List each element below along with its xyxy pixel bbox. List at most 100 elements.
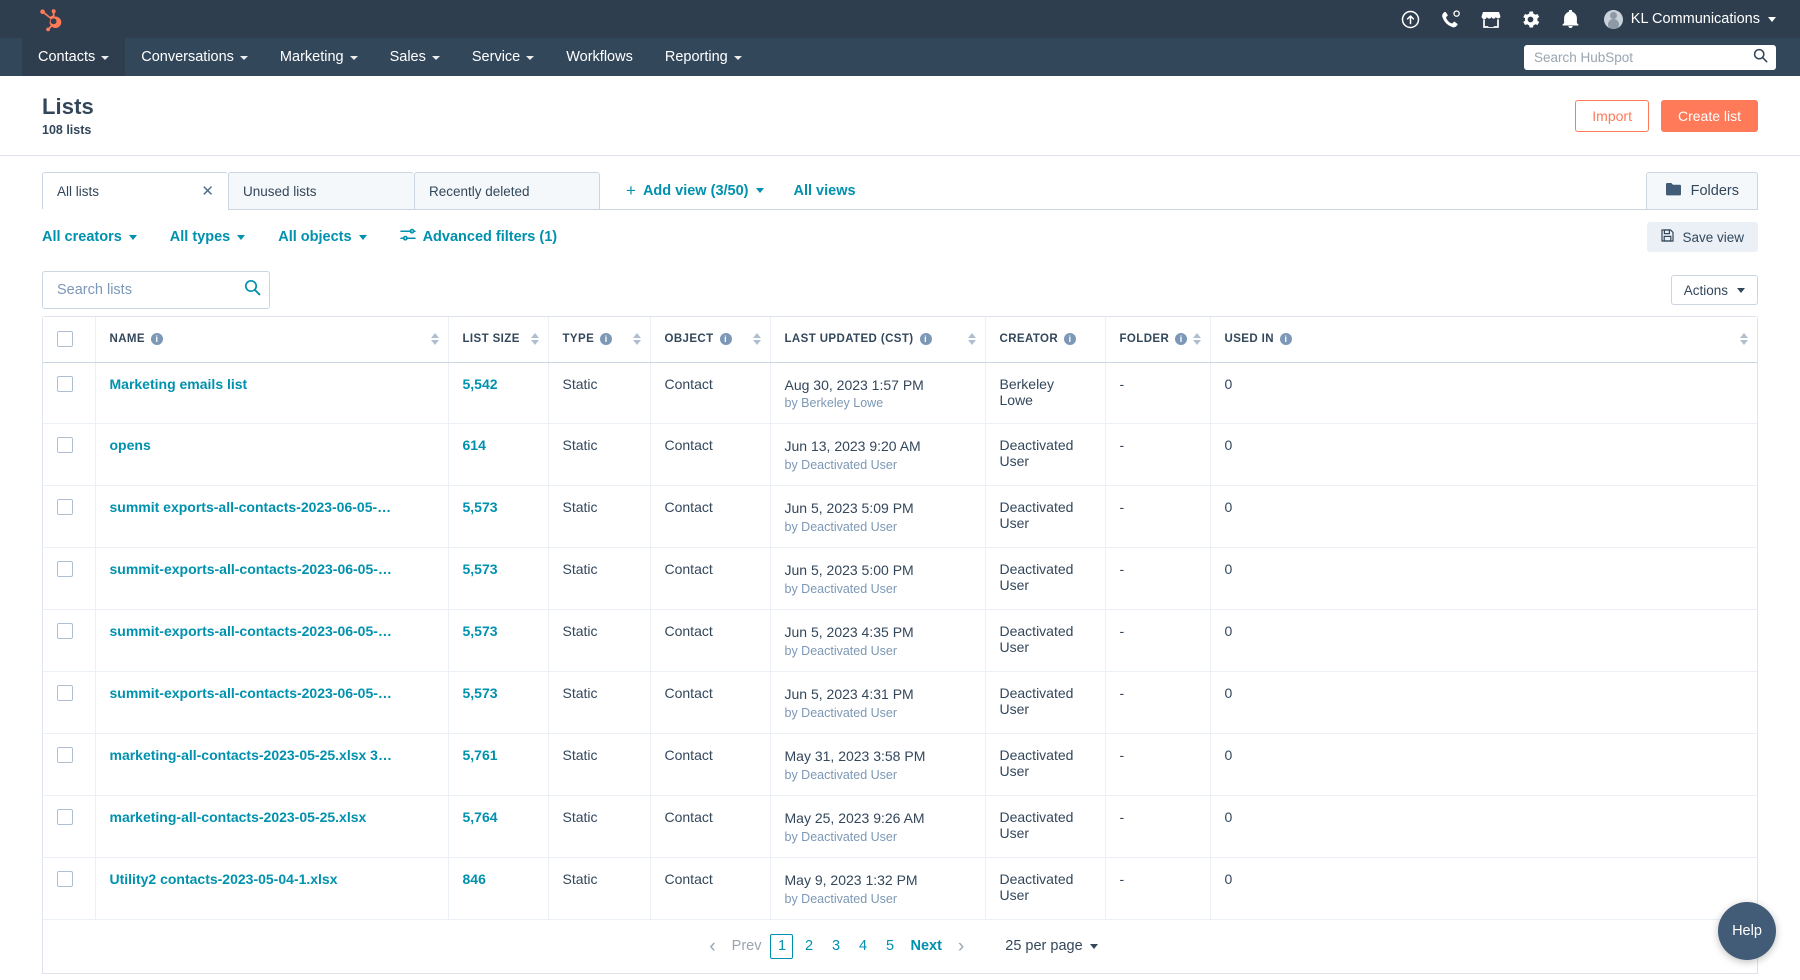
list-name-link[interactable]: opens (110, 437, 434, 453)
search-lists-field[interactable] (42, 271, 270, 309)
col-header-list-size[interactable]: LIST SIZE (448, 317, 549, 363)
upgrade-icon[interactable] (1400, 8, 1422, 30)
folders-button[interactable]: Folders (1645, 172, 1758, 209)
filter-sliders-icon (399, 228, 416, 246)
tab-recently-deleted[interactable]: Recently deleted (414, 172, 600, 209)
row-checkbox[interactable] (57, 684, 73, 701)
page-4[interactable]: 4 (851, 934, 874, 959)
search-lists-input[interactable] (57, 282, 244, 298)
list-size-link[interactable]: 5,761 (463, 747, 498, 763)
row-checkbox[interactable] (57, 499, 73, 516)
next-arrow-icon[interactable]: › (951, 937, 971, 956)
info-icon[interactable]: i (600, 333, 613, 346)
sort-control[interactable] (1192, 333, 1201, 346)
tab-all-lists[interactable]: All lists ✕ (42, 172, 228, 209)
next-button[interactable]: Next (905, 938, 946, 954)
row-checkbox[interactable] (57, 870, 73, 887)
account-menu[interactable]: KL Communications (1603, 9, 1776, 29)
filter-all-types[interactable]: All types (170, 229, 246, 245)
list-size-link[interactable]: 5,573 (463, 499, 498, 515)
advanced-filters-button[interactable]: Advanced filters (1) (399, 228, 557, 246)
sort-control[interactable] (632, 333, 641, 346)
all-views-button[interactable]: All views (794, 183, 856, 199)
list-size-link[interactable]: 5,573 (463, 561, 498, 577)
per-page-selector[interactable]: 25 per page (1005, 938, 1098, 954)
info-icon[interactable]: i (1279, 333, 1292, 346)
gear-icon[interactable] (1520, 8, 1542, 30)
chevron-down-icon (1768, 16, 1776, 22)
col-header-creator[interactable]: CREATOR i (985, 317, 1106, 363)
help-button[interactable]: Help (1718, 902, 1776, 960)
search-icon[interactable] (1753, 48, 1768, 68)
list-name-link[interactable]: summit-exports-all-contacts-2023-06-05-… (110, 623, 434, 639)
search-icon[interactable] (244, 279, 261, 301)
list-name-link[interactable]: summit exports-all-contacts-2023-06-05-… (110, 499, 434, 515)
list-name-link[interactable]: summit-exports-all-contacts-2023-06-05-… (110, 685, 434, 701)
sort-control[interactable] (530, 333, 539, 346)
col-header-type[interactable]: TYPE i (548, 317, 651, 363)
info-icon[interactable]: i (150, 333, 163, 346)
filter-all-creators[interactable]: All creators (42, 229, 137, 245)
nav-item-marketing[interactable]: Marketing (264, 38, 374, 76)
list-size-link[interactable]: 614 (463, 437, 486, 453)
col-header-last-updated[interactable]: LAST UPDATED (CST) i (770, 317, 986, 363)
info-icon[interactable]: i (919, 333, 932, 346)
page-5[interactable]: 5 (878, 934, 901, 959)
col-header-folder[interactable]: FOLDER i (1105, 317, 1211, 363)
list-size-link[interactable]: 5,573 (463, 685, 498, 701)
nav-label: Service (471, 49, 521, 65)
page-1[interactable]: 1 (770, 933, 794, 959)
page-3[interactable]: 3 (824, 934, 847, 959)
list-name-link[interactable]: summit-exports-all-contacts-2023-06-05-… (110, 561, 434, 577)
filter-all-objects[interactable]: All objects (278, 229, 367, 245)
list-name-link[interactable]: Utility2 contacts-2023-05-04-1.xlsx (110, 871, 434, 887)
tab-unused-lists[interactable]: Unused lists (228, 172, 414, 209)
sort-control[interactable] (1740, 333, 1748, 346)
row-checkbox[interactable] (57, 437, 73, 454)
page-2[interactable]: 2 (797, 934, 820, 959)
global-search-input[interactable] (1534, 50, 1753, 65)
nav-item-conversations[interactable]: Conversations (125, 38, 264, 76)
hubspot-logo-icon[interactable] (36, 6, 62, 32)
row-checkbox[interactable] (57, 746, 73, 763)
row-select-cell (43, 423, 96, 487)
sort-control[interactable] (967, 333, 976, 346)
list-size-link[interactable]: 846 (463, 871, 486, 887)
list-name-link[interactable]: marketing-all-contacts-2023-05-25.xlsx 3… (110, 747, 434, 763)
list-size-link[interactable]: 5,573 (463, 623, 498, 639)
sort-control[interactable] (430, 333, 439, 346)
info-icon[interactable]: i (1175, 333, 1188, 346)
row-checkbox[interactable] (57, 375, 73, 392)
col-header-used-in[interactable]: USED IN i (1210, 317, 1757, 363)
prev-arrow-icon[interactable]: ‹ (702, 937, 722, 956)
create-list-button[interactable]: Create list (1660, 99, 1758, 132)
actions-button[interactable]: Actions (1670, 275, 1758, 305)
col-header-object[interactable]: OBJECT i (650, 317, 771, 363)
nav-item-service[interactable]: Service (456, 38, 550, 76)
info-icon[interactable]: i (719, 333, 732, 346)
save-view-button[interactable]: Save view (1647, 222, 1758, 252)
list-size-link[interactable]: 5,542 (463, 376, 498, 392)
row-checkbox[interactable] (57, 561, 73, 578)
list-name-link[interactable]: marketing-all-contacts-2023-05-25.xlsx (110, 809, 434, 825)
nav-item-reporting[interactable]: Reporting (649, 38, 758, 76)
nav-item-contacts[interactable]: Contacts (22, 38, 126, 76)
col-header-name[interactable]: NAME i (95, 317, 449, 363)
info-icon[interactable]: i (1064, 333, 1077, 346)
sort-control[interactable] (752, 333, 761, 346)
list-name-link[interactable]: Marketing emails list (110, 376, 434, 392)
row-checkbox[interactable] (57, 808, 73, 825)
calling-icon[interactable] (1440, 8, 1462, 30)
close-icon[interactable]: ✕ (201, 184, 214, 199)
prev-button[interactable]: Prev (727, 938, 767, 954)
nav-item-workflows[interactable]: Workflows (550, 38, 649, 76)
bell-icon[interactable] (1560, 8, 1582, 30)
import-button[interactable]: Import (1575, 99, 1649, 132)
add-view-button[interactable]: + Add view (3/50) (626, 182, 764, 199)
nav-item-sales[interactable]: Sales (374, 38, 456, 76)
global-search[interactable] (1524, 45, 1776, 70)
list-size-link[interactable]: 5,764 (463, 809, 498, 825)
select-all-checkbox[interactable] (57, 331, 73, 348)
row-checkbox[interactable] (57, 623, 73, 640)
marketplace-icon[interactable] (1480, 8, 1502, 30)
